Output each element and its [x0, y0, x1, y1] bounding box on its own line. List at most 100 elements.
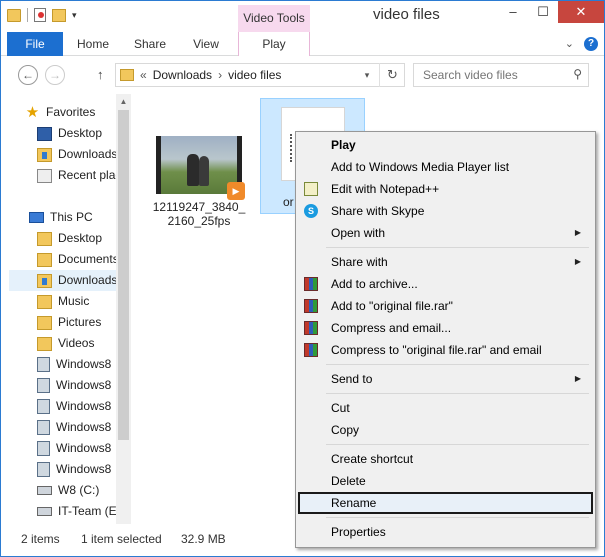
menu-item-add-to-wmp-list[interactable]: Add to Windows Media Player list: [298, 156, 593, 178]
nav-pc-drive-c[interactable]: W8 (C:): [37, 480, 99, 501]
pictures-folder-icon: [37, 315, 52, 330]
breadcrumb-overflow[interactable]: «: [140, 68, 147, 82]
menu-label: Share with Skype: [331, 204, 425, 218]
nav-pc-videos[interactable]: Videos: [37, 333, 94, 354]
menu-item-open-with[interactable]: Open with ▶: [298, 222, 593, 244]
skype-icon: S: [304, 204, 318, 218]
tab-home[interactable]: Home: [67, 32, 119, 56]
nav-pc-network-drive[interactable]: Windows8: [37, 354, 111, 375]
menu-label: Rename: [331, 496, 377, 510]
nav-pc-downloads[interactable]: Downloads: [9, 270, 125, 291]
nav-pc-desktop[interactable]: Desktop: [37, 228, 102, 249]
nav-label: Windows8: [56, 420, 112, 434]
ribbon-right-controls: ⌄ ?: [565, 37, 598, 51]
menu-item-send-to[interactable]: Send to ▶: [298, 368, 593, 390]
window-title: video files: [373, 6, 440, 23]
nav-pc-documents[interactable]: Documents: [37, 249, 119, 270]
menu-label: Create shortcut: [331, 452, 414, 466]
menu-separator: [326, 444, 589, 445]
network-drive-icon: [37, 399, 50, 414]
expand-ribbon-icon[interactable]: ⌄: [565, 37, 574, 51]
menu-item-compress-email[interactable]: Compress and email...: [298, 317, 593, 339]
videos-folder-icon: [37, 336, 52, 351]
tab-share[interactable]: Share: [125, 32, 175, 56]
nav-pane-scrollbar[interactable]: ▲: [116, 94, 131, 524]
star-icon: ★: [25, 103, 40, 121]
properties-icon[interactable]: [34, 8, 46, 22]
scrollbar-thumb[interactable]: [118, 110, 129, 440]
folder-icon: [7, 8, 21, 22]
nav-pc-network-drive[interactable]: Windows8: [37, 438, 111, 459]
forward-button[interactable]: →: [45, 65, 65, 85]
nav-favorites-desktop[interactable]: Desktop: [37, 123, 102, 144]
tab-file[interactable]: File: [7, 32, 63, 56]
desktop-icon: [37, 126, 52, 141]
search-box[interactable]: ⚲: [413, 63, 589, 87]
nav-label: Favorites: [46, 105, 96, 119]
refresh-button[interactable]: ↻: [379, 63, 405, 87]
winrar-icon: [304, 299, 318, 313]
menu-item-share-with[interactable]: Share with ▶: [298, 251, 593, 273]
up-button[interactable]: ↑: [97, 67, 104, 82]
ribbon-tabs: File Home Share View Play ⌄ ?: [1, 32, 604, 56]
nav-label: Music: [58, 294, 90, 308]
menu-item-rename[interactable]: Rename: [298, 492, 593, 514]
hard-drive-icon: [37, 507, 52, 516]
menu-separator: [326, 517, 589, 518]
selection-size: 32.9 MB: [181, 532, 226, 546]
nav-pc-drive-e[interactable]: IT-Team (E:): [37, 501, 124, 522]
breadcrumb-downloads[interactable]: Downloads: [153, 68, 212, 82]
address-history-dropdown[interactable]: ▾: [357, 63, 377, 87]
nav-label: Desktop: [58, 231, 103, 245]
scroll-up-arrow[interactable]: ▲: [116, 94, 131, 109]
play-badge-icon: ▶: [227, 182, 245, 200]
hard-drive-icon: [37, 486, 52, 495]
file-item[interactable]: ▶ 12119247_3840_2160_25fps: [151, 136, 247, 228]
nav-pc-network-drive[interactable]: Windows8: [37, 417, 111, 438]
menu-item-edit-notepadpp[interactable]: Edit with Notepad++: [298, 178, 593, 200]
submenu-arrow-icon: ▶: [574, 374, 581, 383]
menu-item-copy[interactable]: Copy: [298, 419, 593, 441]
network-drive-icon: [37, 378, 50, 393]
recent-places-icon: [37, 168, 52, 183]
title-bar: ▾ Video Tools video files – ☐ ✕: [1, 1, 604, 32]
menu-item-add-to-rar[interactable]: Add to "original file.rar": [298, 295, 593, 317]
item-count: 2 items: [21, 532, 60, 546]
nav-pc-music[interactable]: Music: [37, 291, 89, 312]
person-figure: [187, 154, 199, 186]
menu-item-cut[interactable]: Cut: [298, 397, 593, 419]
new-folder-icon[interactable]: [52, 8, 66, 22]
nav-label: Pictures: [58, 315, 102, 329]
minimize-button[interactable]: –: [498, 1, 528, 23]
nav-favorites-downloads[interactable]: Downloads: [37, 144, 117, 165]
nav-label: Videos: [58, 336, 95, 350]
nav-label: Windows8: [56, 357, 112, 371]
nav-this-pc[interactable]: This PC: [29, 207, 93, 228]
customize-toolbar-icon[interactable]: ▾: [72, 10, 77, 21]
nav-pc-pictures[interactable]: Pictures: [37, 312, 101, 333]
menu-item-create-shortcut[interactable]: Create shortcut: [298, 448, 593, 470]
nav-pc-network-drive[interactable]: Windows8: [37, 396, 111, 417]
tab-view[interactable]: View: [181, 32, 231, 56]
help-icon[interactable]: ?: [584, 37, 598, 51]
selection-info: 1 item selected: [81, 532, 162, 546]
contextual-tab-group-label: Video Tools: [238, 5, 310, 32]
nav-pc-network-drive[interactable]: Windows8: [37, 375, 111, 396]
menu-item-properties[interactable]: Properties: [298, 521, 593, 543]
tab-play[interactable]: Play: [238, 32, 310, 56]
close-button[interactable]: ✕: [558, 1, 604, 23]
menu-item-add-to-archive[interactable]: Add to archive...: [298, 273, 593, 295]
menu-item-delete[interactable]: Delete: [298, 470, 593, 492]
back-button[interactable]: ←: [18, 65, 38, 85]
search-input[interactable]: [414, 64, 564, 86]
breadcrumb-separator[interactable]: ›: [218, 68, 222, 82]
search-icon[interactable]: ⚲: [573, 67, 582, 81]
nav-favorites[interactable]: ★ Favorites: [25, 102, 96, 123]
winrar-icon: [304, 277, 318, 291]
nav-pc-network-drive[interactable]: Windows8: [37, 459, 111, 480]
menu-item-compress-to-rar-email[interactable]: Compress to "original file.rar" and emai…: [298, 339, 593, 361]
breadcrumb-video-files[interactable]: video files: [228, 68, 281, 82]
menu-item-share-skype[interactable]: S Share with Skype: [298, 200, 593, 222]
menu-item-play[interactable]: Play: [298, 134, 593, 156]
maximize-button[interactable]: ☐: [528, 1, 558, 23]
